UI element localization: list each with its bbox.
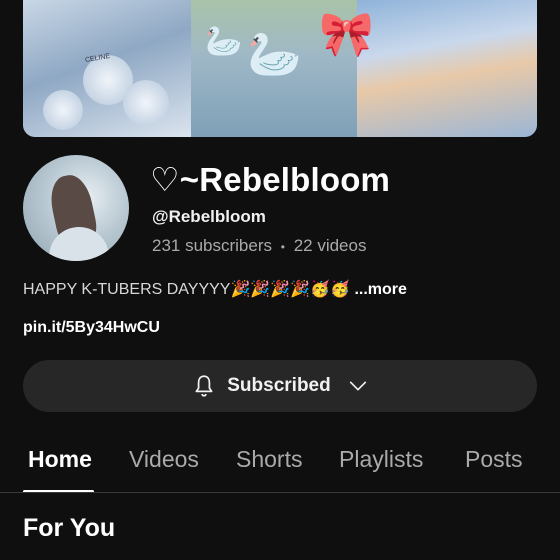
- channel-tabs: Home Videos Shorts Playlists Posts: [0, 438, 560, 494]
- swan-icon: 🦢: [247, 30, 302, 79]
- tab-playlists[interactable]: Playlists: [339, 446, 423, 473]
- chevron-down-icon: [347, 375, 369, 397]
- tab-shorts[interactable]: Shorts: [236, 446, 302, 473]
- tab-videos[interactable]: Videos: [129, 446, 199, 473]
- banner-panel-flowers: CELINE: [23, 0, 191, 137]
- tab-posts[interactable]: Posts: [465, 446, 523, 473]
- more-link[interactable]: ...more: [350, 281, 406, 298]
- stats-separator: •: [280, 240, 285, 254]
- channel-handle: @Rebelbloom: [152, 207, 266, 226]
- channel-name: ♡~Rebelbloom: [150, 161, 391, 198]
- tabs-divider: [0, 492, 560, 493]
- swan-icon: 🦢: [205, 25, 243, 58]
- bow-icon: 🎀: [319, 10, 374, 59]
- banner-panel-sky: [357, 0, 537, 137]
- flower-graphic: [43, 90, 83, 130]
- subscribed-label: Subscribed: [227, 375, 331, 396]
- description-text: HAPPY K-TUBERS DAYYYY🎉🎉🎉🎉🥳🥳: [23, 281, 350, 298]
- subscriber-count: 231 subscribers: [152, 236, 273, 255]
- channel-banner: CELINE 🦢 🦢 🎀: [23, 0, 537, 137]
- flower-graphic: [123, 80, 169, 126]
- channel-description[interactable]: HAPPY K-TUBERS DAYYYY🎉🎉🎉🎉🥳🥳 ...more: [23, 279, 407, 299]
- subscribed-button[interactable]: Subscribed: [23, 360, 537, 412]
- tab-home[interactable]: Home: [28, 446, 92, 473]
- channel-stats: 231 subscribers • 22 videos: [152, 236, 366, 256]
- channel-avatar[interactable]: [23, 155, 129, 261]
- bell-icon: [191, 373, 217, 399]
- channel-link[interactable]: pin.it/5By34HwCU: [23, 319, 160, 337]
- video-count: 22 videos: [293, 236, 367, 255]
- section-title: For You: [23, 514, 116, 542]
